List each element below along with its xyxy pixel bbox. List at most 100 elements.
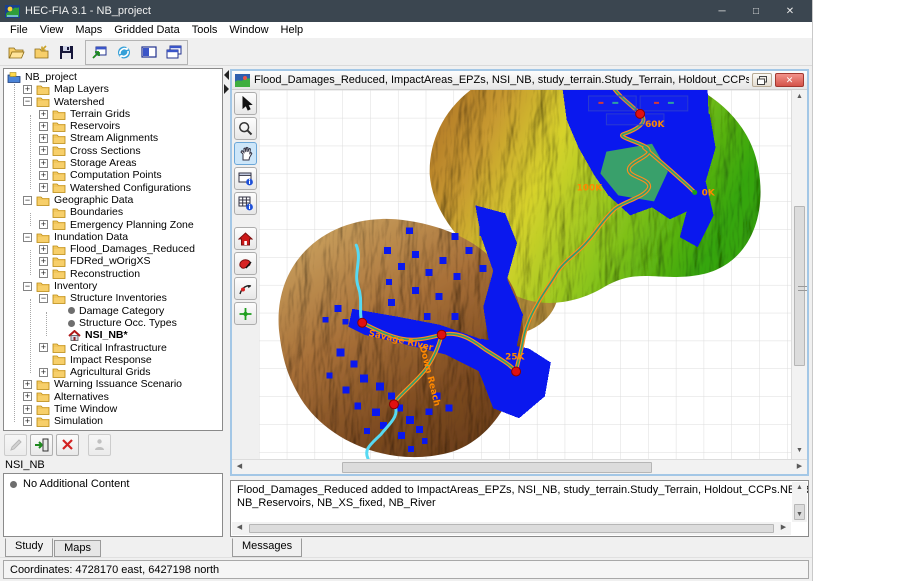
map-tool-vertex[interactable] xyxy=(234,277,257,300)
expand-icon[interactable]: + xyxy=(23,85,32,94)
computation-point[interactable] xyxy=(358,318,367,327)
menu-window[interactable]: Window xyxy=(223,23,274,37)
expand-icon[interactable]: + xyxy=(39,171,48,180)
tree-item-map-layers[interactable]: +Map Layers xyxy=(4,83,222,95)
minimize-button[interactable]: ─ xyxy=(705,0,739,22)
expand-icon[interactable]: + xyxy=(23,380,32,389)
scroll-down-icon[interactable]: ▼ xyxy=(792,444,807,459)
tree-item-alternatives[interactable]: +Alternatives xyxy=(4,391,222,403)
tree-item-nb-project[interactable]: NB_project xyxy=(4,71,222,83)
tree-item-boundaries[interactable]: Boundaries xyxy=(4,206,222,218)
tree-item-emergency-planning-zone[interactable]: +Emergency Planning Zone xyxy=(4,219,222,231)
menu-help[interactable]: Help xyxy=(275,23,310,37)
tree-item-stream-alignments[interactable]: +Stream Alignments xyxy=(4,132,222,144)
collapse-icon[interactable]: − xyxy=(23,97,32,106)
tree-item-terrain-grids[interactable]: +Terrain Grids xyxy=(4,108,222,120)
menu-file[interactable]: File xyxy=(4,23,34,37)
computation-point[interactable] xyxy=(390,400,399,409)
scroll-right-icon[interactable]: ▶ xyxy=(792,460,807,475)
tree-item-fdred-worigxs[interactable]: +FDRed_wOrigXS xyxy=(4,255,222,267)
tree-item-geographic-data[interactable]: −Geographic Data xyxy=(4,194,222,206)
tree-item-reconstruction[interactable]: +Reconstruction xyxy=(4,268,222,280)
tree-item-critical-infrastructure[interactable]: +Critical Infrastructure xyxy=(4,342,222,354)
cascade-windows-button[interactable] xyxy=(162,41,186,64)
map-canvas[interactable]: 60K100K0K25KSavage RiverDown Reach xyxy=(259,90,791,459)
new-map-window-button[interactable] xyxy=(87,41,111,64)
messages-hscroll-thumb[interactable] xyxy=(249,524,774,533)
messages-box[interactable]: Flood_Damages_Reduced added to ImpactAre… xyxy=(230,480,809,537)
scroll-up-icon[interactable]: ▲ xyxy=(792,90,807,105)
tree-item-impact-response[interactable]: Impact Response xyxy=(4,354,222,366)
expand-icon[interactable]: + xyxy=(39,257,48,266)
expand-icon[interactable]: + xyxy=(39,122,48,131)
expand-icon[interactable]: + xyxy=(39,134,48,143)
map-hscroll-thumb[interactable] xyxy=(342,462,652,473)
tree-item-structure-inventories[interactable]: −Structure Inventories xyxy=(4,292,222,304)
map-tool-pan[interactable] xyxy=(234,142,257,165)
tree-item-agricultural-grids[interactable]: +Agricultural Grids xyxy=(4,366,222,378)
expand-icon[interactable]: + xyxy=(39,269,48,278)
refresh-maps-button[interactable] xyxy=(112,41,136,64)
expand-icon[interactable]: + xyxy=(39,146,48,155)
computation-point[interactable] xyxy=(437,330,446,339)
menu-gridded-data[interactable]: Gridded Data xyxy=(108,23,185,37)
maximize-button[interactable]: □ xyxy=(739,0,773,22)
tab-maps[interactable]: Maps xyxy=(54,540,101,557)
map-tool-pointer[interactable] xyxy=(234,92,257,115)
messages-horizontal-scrollbar[interactable]: ◀ ▶ xyxy=(232,522,791,535)
scroll-up-icon[interactable]: ▲ xyxy=(792,482,807,495)
tree-item-flood-damages-reduced[interactable]: +Flood_Damages_Reduced xyxy=(4,243,222,255)
collapse-icon[interactable]: − xyxy=(23,233,32,242)
map-tool-info-window[interactable]: i xyxy=(234,167,257,190)
plugin-button[interactable] xyxy=(88,434,111,456)
messages-vertical-scrollbar[interactable]: ▲ ▼ xyxy=(792,482,807,522)
expand-icon[interactable]: + xyxy=(39,183,48,192)
collapse-icon[interactable]: − xyxy=(23,196,32,205)
tree-item-watershed-configurations[interactable]: +Watershed Configurations xyxy=(4,182,222,194)
save-project-button[interactable] xyxy=(54,41,78,64)
map-vertical-scrollbar[interactable]: ▲ ▼ xyxy=(791,90,807,459)
menu-view[interactable]: View xyxy=(34,23,70,37)
map-window-titlebar[interactable]: Flood_Damages_Reduced, ImpactAreas_EPZs,… xyxy=(232,71,807,90)
map-vscroll-thumb[interactable] xyxy=(794,206,805,366)
expand-icon[interactable]: + xyxy=(23,392,32,401)
expand-icon[interactable]: + xyxy=(23,417,32,426)
collapse-icon[interactable]: − xyxy=(39,294,48,303)
tree-item-cross-sections[interactable]: +Cross Sections xyxy=(4,145,222,157)
scroll-down-icon[interactable]: ▼ xyxy=(792,509,807,522)
tree-item-time-window[interactable]: +Time Window xyxy=(4,403,222,415)
tree-item-computation-points[interactable]: +Computation Points xyxy=(4,169,222,181)
tree-item-warning-issuance-scenario[interactable]: +Warning Issuance Scenario xyxy=(4,378,222,390)
expand-icon[interactable]: + xyxy=(39,245,48,254)
expand-icon[interactable]: + xyxy=(39,343,48,352)
computation-point[interactable] xyxy=(636,109,645,118)
map-tool-polygon[interactable] xyxy=(234,252,257,275)
menu-maps[interactable]: Maps xyxy=(69,23,108,37)
expand-icon[interactable]: + xyxy=(23,405,32,414)
window-titlebar[interactable]: HEC-FIA 3.1 - NB_project ─ □ ✕ xyxy=(0,0,812,22)
restore-window-button[interactable] xyxy=(752,73,772,87)
collapse-icon[interactable]: − xyxy=(23,282,32,291)
expand-icon[interactable]: + xyxy=(39,110,48,119)
tree-item-damage-category[interactable]: Damage Category xyxy=(4,305,222,317)
expand-icon[interactable]: + xyxy=(39,368,48,377)
split-window-button[interactable] xyxy=(137,41,161,64)
import-project-button[interactable] xyxy=(29,41,53,64)
expand-right-icon[interactable] xyxy=(224,84,229,94)
expand-icon[interactable]: + xyxy=(39,159,48,168)
computation-point[interactable] xyxy=(512,367,521,376)
tree-item-inundation-data[interactable]: −Inundation Data xyxy=(4,231,222,243)
import-button[interactable] xyxy=(30,434,53,456)
map-tool-zoom[interactable] xyxy=(234,117,257,140)
scroll-right-icon[interactable]: ▶ xyxy=(776,522,791,535)
edit-button[interactable] xyxy=(4,434,27,456)
close-button[interactable]: ✕ xyxy=(773,0,807,22)
delete-button[interactable] xyxy=(56,434,79,456)
menu-tools[interactable]: Tools xyxy=(186,23,224,37)
map-tool-crosshair[interactable] xyxy=(234,302,257,325)
tree-item-storage-areas[interactable]: +Storage Areas xyxy=(4,157,222,169)
close-map-window-button[interactable]: ✕ xyxy=(775,73,804,87)
tab-study[interactable]: Study xyxy=(5,538,53,557)
tree-item-watershed[interactable]: −Watershed xyxy=(4,96,222,108)
map-tool-grid-info[interactable]: i xyxy=(234,192,257,215)
